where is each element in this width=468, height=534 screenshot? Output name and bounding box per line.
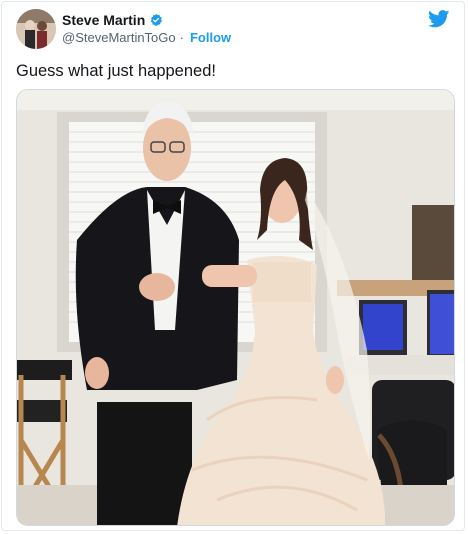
avatar-image (16, 9, 56, 49)
author-handle-row: @SteveMartinToGo · Follow (62, 30, 231, 45)
verified-badge-icon (149, 13, 163, 27)
tweet-text: Guess what just happened! (16, 62, 216, 80)
author-name-row: Steve Martin (62, 12, 163, 28)
author-display-name[interactable]: Steve Martin (62, 12, 145, 28)
separator-dot: · (179, 30, 184, 45)
tweet-photo[interactable] (16, 89, 455, 526)
follow-button[interactable]: Follow (190, 30, 231, 45)
avatar[interactable] (16, 9, 56, 49)
tweet-card: Steve Martin @SteveMartinToGo · Follow G… (1, 1, 465, 531)
twitter-bird-icon[interactable] (428, 10, 450, 28)
author-handle[interactable]: @SteveMartinToGo (62, 30, 176, 45)
photo-illustration (17, 90, 454, 525)
